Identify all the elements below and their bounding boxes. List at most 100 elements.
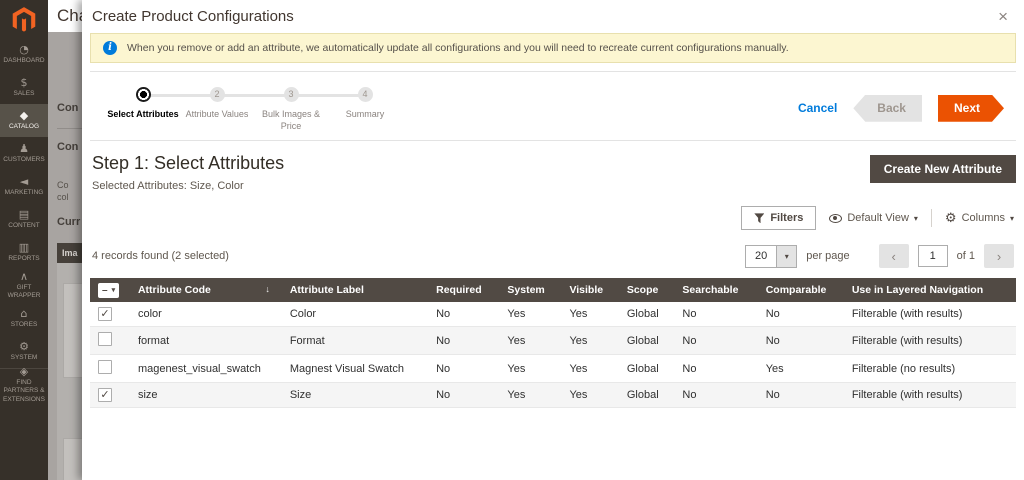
- filters-button[interactable]: Filters: [741, 206, 816, 230]
- cancel-button[interactable]: Cancel: [798, 101, 837, 115]
- per-page-select[interactable]: 20 ▾: [745, 245, 797, 268]
- previous-page-button[interactable]: ‹: [879, 244, 909, 268]
- sidebar-item-label: CUSTOMERS: [3, 156, 44, 164]
- checkbox-checked-icon[interactable]: ✓: [98, 388, 112, 402]
- column-header-system[interactable]: System: [497, 278, 559, 302]
- cell: No: [426, 302, 497, 327]
- sidebar-item-gift-wrapper[interactable]: ∧GIFT WRAPPER: [0, 269, 48, 302]
- cell: Global: [617, 355, 673, 383]
- chevron-down-icon: ▾: [914, 214, 918, 223]
- magento-logo-shape: [11, 6, 37, 32]
- stores-icon: ⌂: [21, 308, 28, 319]
- column-header-searchable[interactable]: Searchable: [672, 278, 755, 302]
- marketing-icon: ◄: [20, 176, 28, 187]
- sidebar-item-find-partners-extensions[interactable]: ◈FIND PARTNERS & EXTENSIONS: [0, 368, 48, 401]
- wizard-step-summary[interactable]: 4Summary: [328, 82, 402, 132]
- step-label: Select Attributes: [107, 109, 178, 121]
- cell: Filterable (with results): [842, 327, 1016, 355]
- gear-icon: ⚙: [945, 211, 957, 226]
- checkbox-checked-icon[interactable]: ✓: [98, 307, 112, 321]
- banner-text: When you remove or add an attribute, we …: [127, 42, 789, 54]
- checkbox-unchecked-icon[interactable]: [98, 360, 112, 374]
- records-count: 4 records found (2 selected): [92, 250, 229, 262]
- sidebar-item-catalog[interactable]: ◆CATALOG: [0, 104, 48, 137]
- background-section-label: Con: [57, 141, 78, 153]
- column-header-required[interactable]: Required: [426, 278, 497, 302]
- sidebar-item-stores[interactable]: ⌂ STORES: [0, 302, 48, 335]
- sidebar-item-system[interactable]: ⚙SYSTEM: [0, 335, 48, 368]
- pagination: 20 ▾ per page ‹ of 1 ›: [745, 244, 1014, 268]
- magento-logo-icon[interactable]: [0, 0, 48, 38]
- info-banner: i When you remove or add an attribute, w…: [90, 33, 1016, 63]
- next-button[interactable]: Next: [938, 95, 1004, 122]
- create-new-attribute-button[interactable]: Create New Attribute: [870, 155, 1016, 183]
- cell: Magnest Visual Swatch: [280, 355, 426, 383]
- background-text: col: [57, 192, 69, 202]
- wizard-steps: Select Attributes2Attribute Values3Bulk …: [90, 82, 402, 132]
- cell: No: [426, 355, 497, 383]
- grid-toolbar: Filters Default View ▾ ⚙ Columns ▾: [82, 192, 1024, 230]
- cell: Yes: [559, 383, 616, 408]
- cell: No: [756, 327, 842, 355]
- cell: Size: [280, 383, 426, 408]
- sidebar-item-label: STORES: [11, 321, 38, 329]
- columns-dropdown[interactable]: ⚙ Columns ▾: [945, 211, 1014, 226]
- column-header-scope[interactable]: Scope: [617, 278, 673, 302]
- sidebar-item-customers[interactable]: ♟CUSTOMERS: [0, 137, 48, 170]
- cell: No: [756, 383, 842, 408]
- table-row-size[interactable]: ✓sizeSizeNoYesYesGlobalNoNoFilterable (w…: [90, 383, 1016, 408]
- sidebar-item-dashboard[interactable]: ◔DASHBOARD: [0, 38, 48, 71]
- next-page-button[interactable]: ›: [984, 244, 1014, 268]
- columns-label: Columns: [962, 212, 1005, 224]
- column-header-visible[interactable]: Visible: [559, 278, 616, 302]
- content-icon: ▤: [19, 209, 29, 220]
- page-number-input[interactable]: [918, 245, 948, 267]
- cell: Filterable (with results): [842, 302, 1016, 327]
- sidebar-item-content[interactable]: ▤CONTENT: [0, 203, 48, 236]
- wizard-step-select-attributes[interactable]: Select Attributes: [106, 82, 180, 132]
- sidebar-item-sales[interactable]: $SALES: [0, 71, 48, 104]
- column-header-use-in-layered-navigation[interactable]: Use in Layered Navigation: [842, 278, 1016, 302]
- table-row-color[interactable]: ✓colorColorNoYesYesGlobalNoNoFilterable …: [90, 302, 1016, 327]
- eye-icon: [829, 214, 842, 223]
- table-row-magenest-visual-swatch[interactable]: magenest_visual_swatchMagnest Visual Swa…: [90, 355, 1016, 383]
- chevron-down-icon: ▾: [776, 246, 796, 267]
- cell: Yes: [497, 302, 559, 327]
- wizard-step-bulk-images-price[interactable]: 3Bulk Images & Price: [254, 82, 328, 132]
- admin-sidebar: ◔DASHBOARD$SALES◆CATALOG♟CUSTOMERS◄MARKE…: [0, 0, 48, 480]
- column-header-attribute-code[interactable]: Attribute Code↓: [128, 278, 280, 302]
- cell: Yes: [559, 327, 616, 355]
- table-row-format[interactable]: formatFormatNoYesYesGlobalNoNoFilterable…: [90, 327, 1016, 355]
- back-button[interactable]: Back: [853, 95, 922, 122]
- cell: Color: [280, 302, 426, 327]
- indeterminate-dash-icon: –: [102, 284, 108, 297]
- checkbox-unchecked-icon[interactable]: [98, 332, 112, 346]
- background-divider: [57, 128, 82, 129]
- filter-icon: [754, 213, 764, 223]
- wizard-bar: Select Attributes2Attribute Values3Bulk …: [90, 71, 1016, 141]
- sidebar-item-marketing[interactable]: ◄MARKETING: [0, 170, 48, 203]
- cell: Global: [617, 383, 673, 408]
- sidebar-item-reports[interactable]: ▥REPORTS: [0, 236, 48, 269]
- chevron-down-icon: ▾: [112, 286, 116, 294]
- cell: magenest_visual_swatch: [128, 355, 280, 383]
- wizard-actions: Cancel Back Next: [798, 84, 1004, 132]
- app-root: ◔DASHBOARD$SALES◆CATALOG♟CUSTOMERS◄MARKE…: [0, 0, 1024, 480]
- column-header-comparable[interactable]: Comparable: [756, 278, 842, 302]
- select-all-checkbox[interactable]: – ▾: [98, 283, 119, 298]
- info-icon: i: [103, 41, 117, 55]
- background-page-title: Cha: [48, 6, 82, 25]
- close-icon[interactable]: ×: [998, 8, 1008, 25]
- default-view-dropdown[interactable]: Default View ▾: [829, 212, 918, 224]
- cell: Global: [617, 327, 673, 355]
- step-title: Step 1: Select Attributes: [92, 153, 284, 174]
- wizard-step-attribute-values[interactable]: 2Attribute Values: [180, 82, 254, 132]
- step-dot: 3: [284, 87, 299, 102]
- column-header-attribute-label[interactable]: Attribute Label: [280, 278, 426, 302]
- cell: format: [128, 327, 280, 355]
- background-grid-area: [57, 263, 82, 480]
- per-page-value: 20: [746, 246, 776, 267]
- cell: Global: [617, 302, 673, 327]
- sidebar-item-label: GIFT WRAPPER: [1, 284, 47, 300]
- records-row: 4 records found (2 selected) 20 ▾ per pa…: [82, 230, 1024, 268]
